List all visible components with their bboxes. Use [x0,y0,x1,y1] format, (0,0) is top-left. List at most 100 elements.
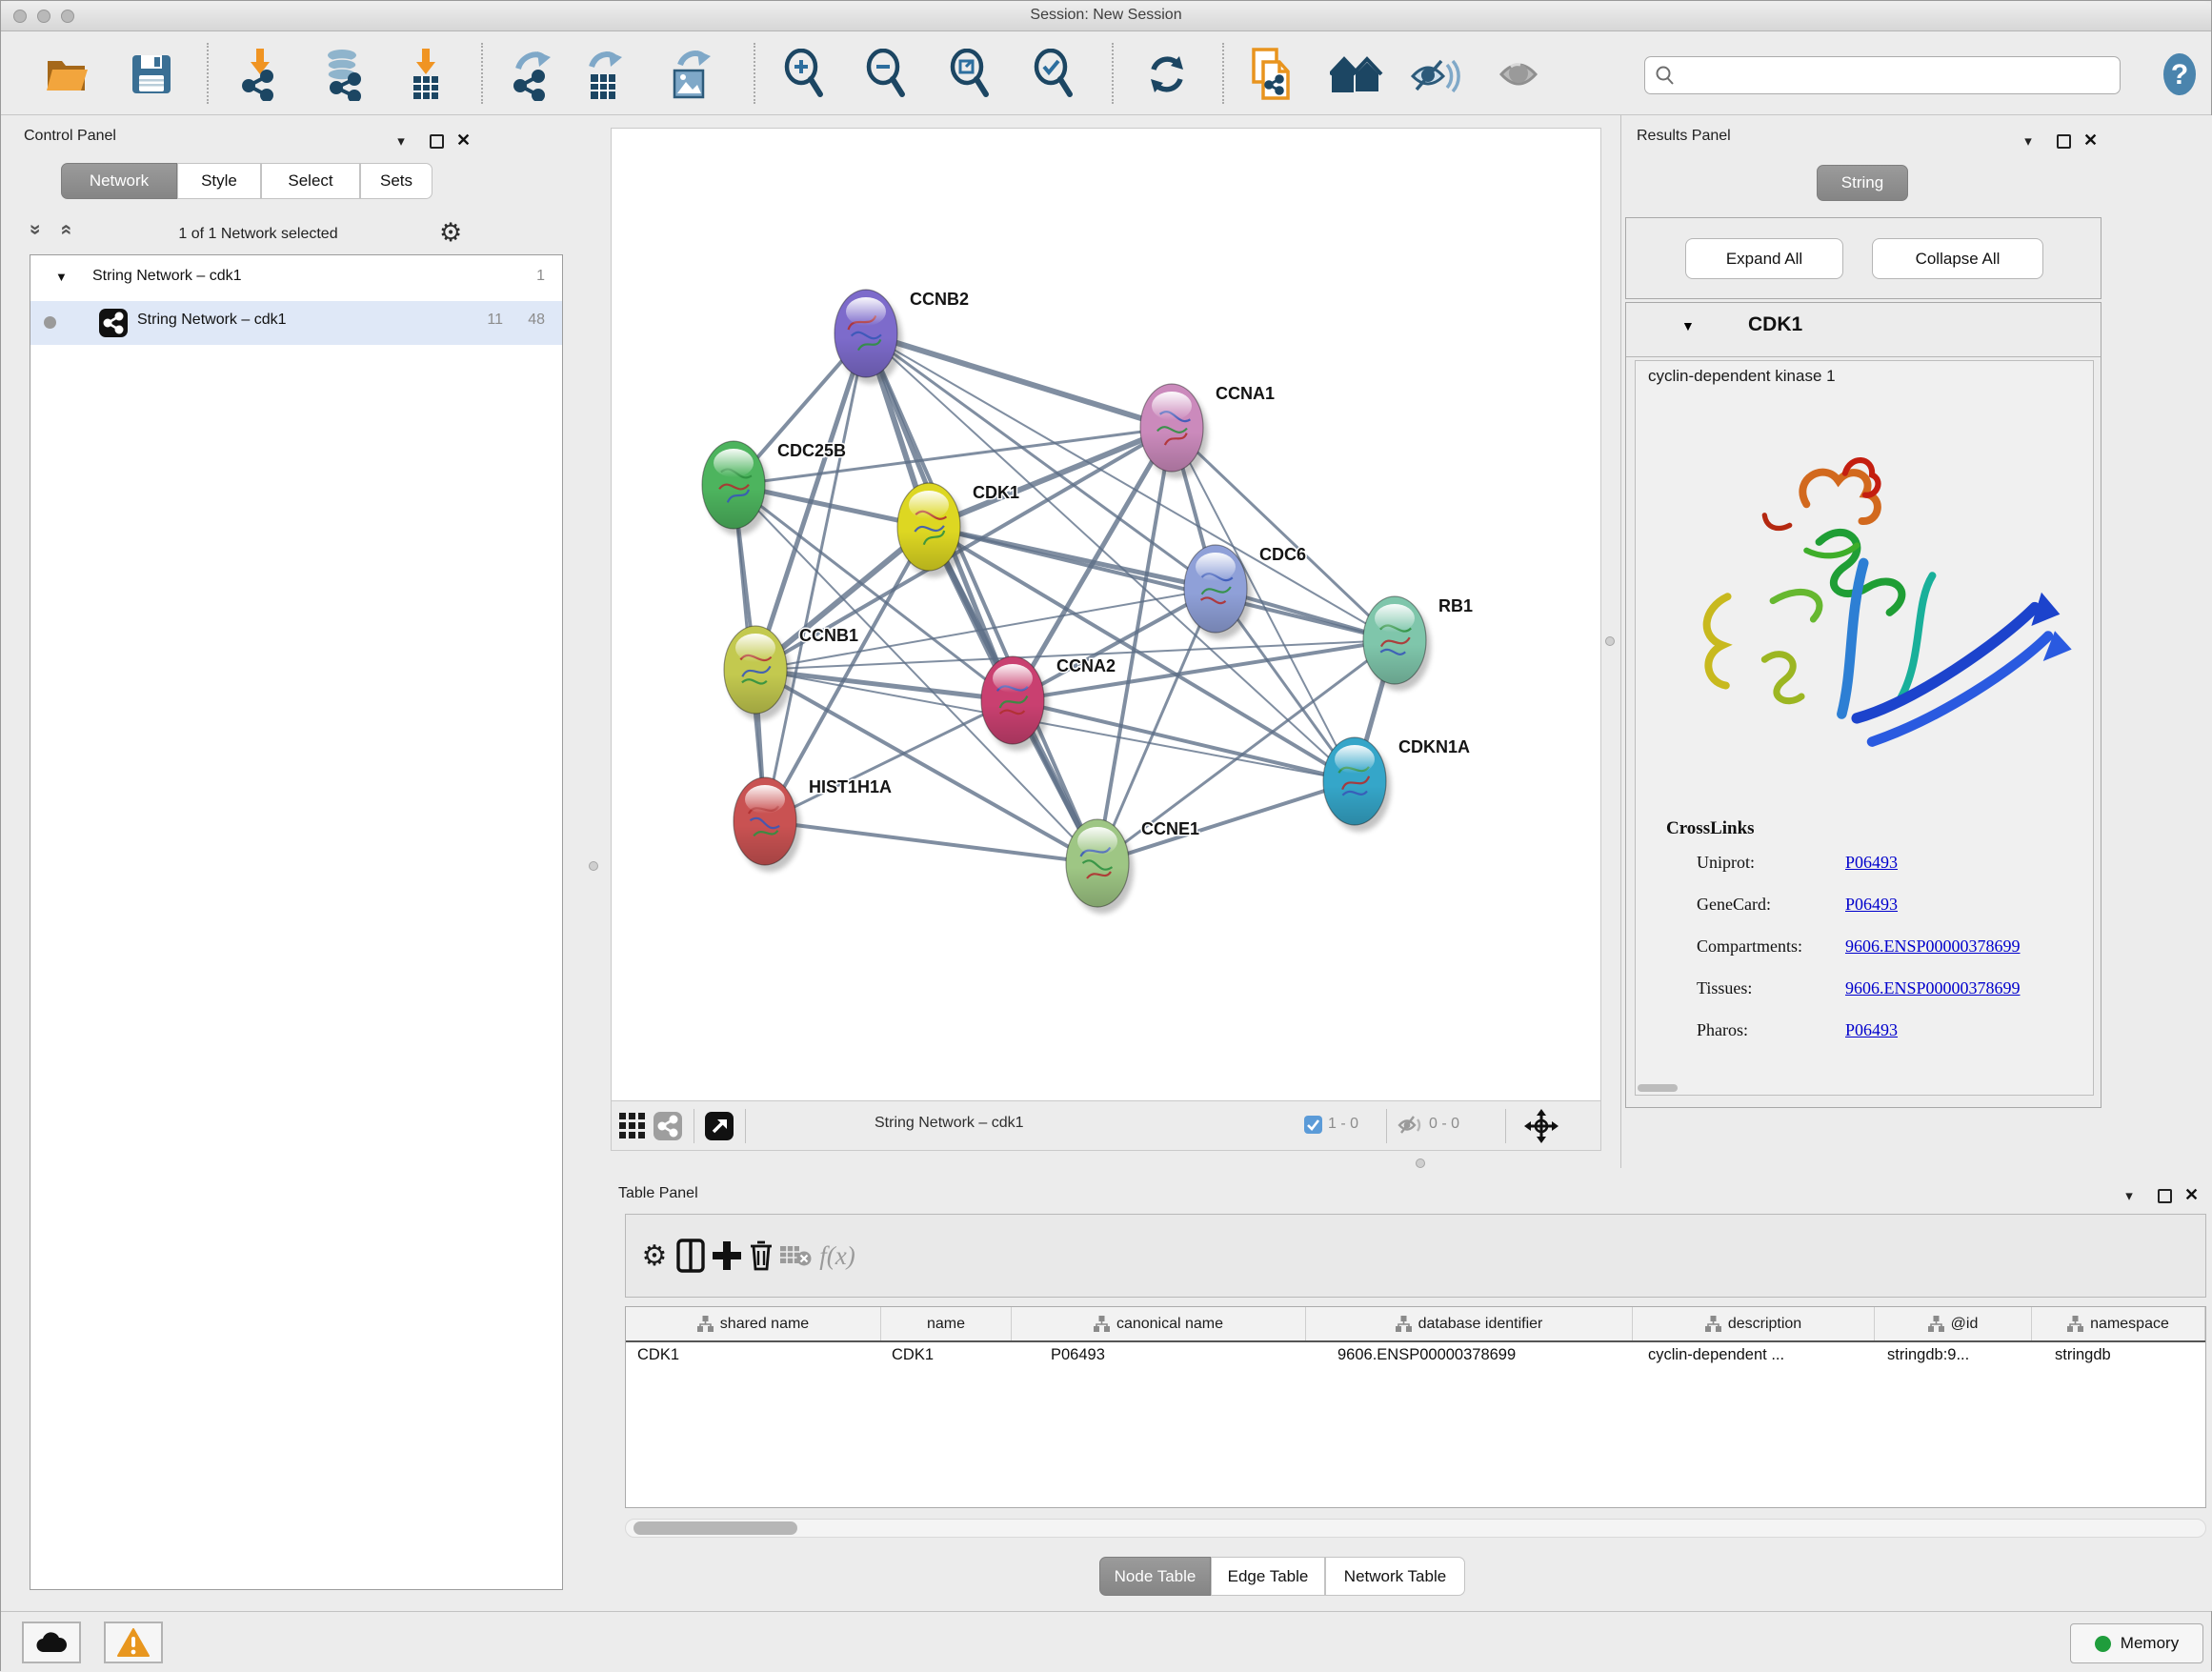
network-edge-CCNB2-RB1[interactable] [866,333,1395,640]
export-network-button[interactable] [505,47,558,102]
left-splitter-handle[interactable] [589,861,598,871]
network-edge-HIST1H1A-CCNE1[interactable] [765,821,1097,863]
collapse-all-networks-button[interactable]: » [30,218,41,241]
network-edge-CCNB2-CCNA1[interactable] [866,333,1172,428]
results-panel-menu-arrow-icon[interactable]: ▾ [2017,132,2040,150]
table-hscrollbar[interactable] [625,1519,2206,1538]
table-panel-menu-arrow-icon[interactable]: ▾ [2118,1187,2141,1204]
memory-button[interactable]: Memory [2070,1623,2203,1663]
table-cell[interactable]: stringdb [2055,1346,2202,1379]
bottom-splitter-handle[interactable] [1416,1158,1425,1168]
export-table-icon [580,48,626,101]
table-cell[interactable]: cyclin-dependent ... [1648,1346,1871,1379]
network-edge-CDKN1A-CCNE1[interactable] [1097,781,1355,863]
results-hscrollbar-thumb[interactable] [1638,1084,1678,1092]
network-edge-CCNB2-CCNE1[interactable] [866,333,1097,863]
network-node-CCNB2[interactable] [835,290,902,384]
gene-header-row[interactable]: ▼ CDK1 [1626,303,2101,357]
tab-node-table[interactable]: Node Table [1099,1557,1211,1596]
expand-all-networks-button[interactable]: » [60,218,71,241]
function-builder-button[interactable]: f(x) [809,1232,866,1279]
tab-select[interactable]: Select [261,163,360,199]
column-header-description[interactable]: description [1633,1307,1875,1340]
table-panel-float-icon[interactable] [2158,1189,2172,1203]
zoom-selected-button[interactable] [1027,47,1080,102]
show-panel-button[interactable] [1494,47,1547,102]
home-networks-button[interactable] [1330,47,1383,102]
grid-icon [619,1113,646,1139]
column-header-sharedname[interactable]: shared name [626,1307,881,1340]
column-header-canonicalname[interactable]: canonical name [1012,1307,1306,1340]
network-node-CCNA2[interactable] [981,656,1049,751]
network-edge-CCNB2-HIST1H1A[interactable] [765,333,866,821]
cloud-status-button[interactable] [22,1622,81,1663]
expand-all-button[interactable]: Expand All [1685,238,1843,279]
column-header-name[interactable]: name [881,1307,1012,1340]
table-cell[interactable]: stringdb:9... [1887,1346,2028,1379]
collapse-entry-triangle-icon[interactable]: ▼ [1681,318,1695,333]
crosslink-link[interactable]: 9606.ENSP00000378699 [1845,937,2021,957]
export-image-button[interactable] [664,47,717,102]
tab-edge-table[interactable]: Edge Table [1211,1557,1325,1596]
import-table-button[interactable] [399,47,452,102]
crosslink-link[interactable]: P06493 [1845,895,1898,915]
tab-style[interactable]: Style [177,163,261,199]
control-panel-close-icon[interactable]: ✕ [456,131,471,151]
crosslink-link[interactable]: P06493 [1845,1020,1898,1040]
control-panel-float-icon[interactable] [430,134,444,149]
refresh-button[interactable] [1140,47,1194,102]
zoom-out-button[interactable] [859,47,913,102]
table-panel-close-icon[interactable]: ✕ [2184,1185,2199,1205]
network-canvas[interactable]: CCNB2CCNA1CDC25BCDK1CDC6RB1CCNB1CCNA2CDK… [611,128,1601,1101]
selected-checkbox[interactable] [1304,1116,1322,1134]
right-splitter-handle[interactable] [1605,636,1615,646]
crosslink-link[interactable]: 9606.ENSP00000378699 [1845,978,2021,998]
zoom-fit-button[interactable] [943,47,996,102]
network-options-gear-icon[interactable]: ⚙ [439,218,462,248]
birdseye-view-button[interactable] [705,1112,734,1140]
network-row[interactable]: String Network – cdk1 11 48 [30,301,562,345]
table-cell[interactable]: 9606.ENSP00000378699 [1337,1346,1629,1379]
collapse-triangle-icon[interactable]: ▼ [55,270,68,284]
import-network-file-button[interactable] [233,47,287,102]
network-node-HIST1H1A[interactable] [734,777,801,872]
warning-status-button[interactable] [104,1622,163,1663]
copy-document-button[interactable] [1246,47,1299,102]
network-collection-row[interactable]: ▼ String Network – cdk1 1 [30,257,562,301]
tab-network-table[interactable]: Network Table [1325,1557,1465,1596]
export-table-button[interactable] [576,47,630,102]
tab-string[interactable]: String [1817,165,1908,201]
view-mode-button[interactable] [654,1112,682,1140]
network-edge-CDK1-RB1[interactable] [929,527,1395,640]
control-panel-menu-arrow-icon[interactable]: ▾ [390,132,412,150]
column-header-databaseidentifier[interactable]: database identifier [1306,1307,1633,1340]
save-session-button[interactable] [125,47,178,102]
hide-panel-button[interactable] [1408,47,1461,102]
tab-network[interactable]: Network [61,163,177,199]
zoom-fit-icon [947,49,993,100]
crosslink-link[interactable]: P06493 [1845,853,1898,873]
open-session-button[interactable] [41,47,94,102]
network-node-CCNB1[interactable] [724,626,792,720]
results-panel-close-icon[interactable]: ✕ [2083,131,2098,151]
network-edge-CCNA2-HIST1H1A[interactable] [765,700,1013,821]
table-cell[interactable]: P06493 [1051,1346,1302,1379]
column-header-id[interactable]: @id [1875,1307,2032,1340]
network-node-CDC6[interactable] [1184,545,1252,639]
table-cell[interactable]: CDK1 [637,1346,877,1379]
results-panel-float-icon[interactable] [2057,134,2071,149]
table-cell[interactable]: CDK1 [892,1346,1008,1379]
network-node-RB1[interactable] [1363,596,1431,691]
import-network-database-button[interactable] [317,47,371,102]
help-button[interactable]: ? [2153,47,2206,102]
show-grid-button[interactable] [619,1113,646,1139]
collapse-all-button[interactable]: Collapse All [1872,238,2043,279]
pan-tool-button[interactable] [1524,1109,1558,1143]
zoom-in-button[interactable] [777,47,831,102]
table-hscrollbar-thumb[interactable] [633,1521,797,1535]
network-node-CDKN1A[interactable] [1323,737,1391,832]
network-node-CCNE1[interactable] [1066,819,1134,914]
column-header-namespace[interactable]: namespace [2032,1307,2205,1340]
tab-sets[interactable]: Sets [360,163,432,199]
search-input[interactable] [1676,57,2120,93]
